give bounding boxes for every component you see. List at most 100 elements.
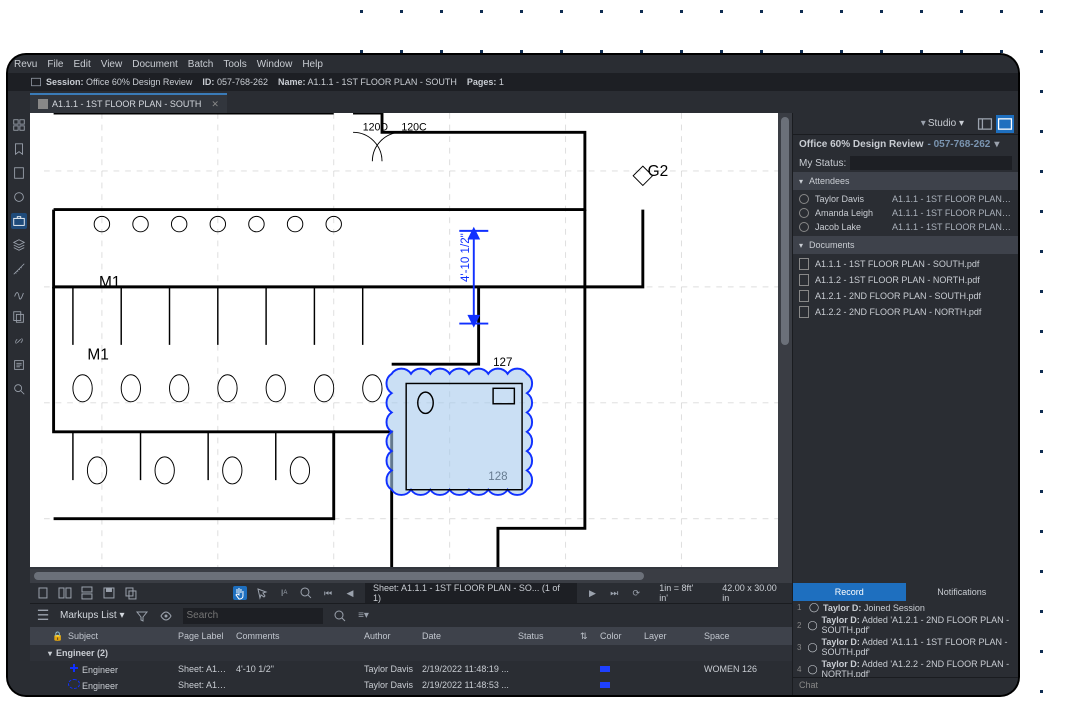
refresh-icon[interactable]: ⟳ — [629, 586, 643, 600]
panel-mode2-icon[interactable] — [996, 115, 1014, 133]
sets-icon[interactable] — [11, 309, 27, 325]
menu-revu[interactable]: Revu — [14, 59, 37, 70]
attendee-row[interactable]: Amanda LeighA1.1.1 - 1ST FLOOR PLAN - SO — [793, 206, 1018, 220]
menu-tools[interactable]: Tools — [223, 59, 246, 70]
col-lock-icon[interactable]: 🔒 — [48, 631, 64, 642]
col-status[interactable]: Status — [514, 631, 576, 641]
drawing-canvas[interactable]: M1 M1 G2 120D 120C 127 128 4'-10 — [30, 113, 792, 583]
columns-icon[interactable]: ≡▾ — [357, 609, 371, 623]
forms-icon[interactable] — [11, 357, 27, 373]
log-row: 2◯Taylor D: Added 'A1.2.1 - 2ND FLOOR PL… — [793, 614, 1018, 636]
menu-icon[interactable]: ☰ — [36, 609, 50, 623]
vertical-scrollbar[interactable] — [778, 113, 792, 569]
one-page-icon[interactable] — [36, 586, 50, 600]
properties-icon[interactable] — [11, 189, 27, 205]
table-row[interactable]: Engineer Sheet: A1.1.1 ... 4'-10 1/2" Ta… — [30, 661, 792, 677]
file-icon[interactable] — [11, 165, 27, 181]
studio-title: Office 60% Design Review — [799, 139, 924, 150]
save-view-icon[interactable] — [102, 586, 116, 600]
markups-title: Markups List ▾ — [60, 610, 125, 621]
document-row[interactable]: A1.2.1 - 2ND FLOOR PLAN - SOUTH.pdf — [793, 288, 1018, 304]
col-color[interactable]: Color — [596, 631, 640, 641]
col-space[interactable]: Space — [700, 631, 780, 641]
thumbnails-icon[interactable] — [11, 117, 27, 133]
chevron-down-icon[interactable]: ▾ — [994, 139, 999, 150]
col-comments[interactable]: Comments — [232, 631, 360, 641]
attendee-row[interactable]: Taylor DavisA1.1.1 - 1ST FLOOR PLAN - SO — [793, 192, 1018, 206]
split-vert-icon[interactable] — [58, 586, 72, 600]
signatures-icon[interactable] — [11, 285, 27, 301]
search-icon[interactable] — [11, 381, 27, 397]
tab-title: A1.1.1 - 1ST FLOOR PLAN - SOUTH — [52, 99, 201, 109]
first-page-icon[interactable]: ⏮ — [321, 586, 335, 600]
svg-text:127: 127 — [493, 357, 512, 369]
studio-panel: ▾ Studio ▾ Office 60% Design Review - 05… — [792, 113, 1018, 695]
menu-batch[interactable]: Batch — [188, 59, 214, 70]
person-icon — [799, 222, 809, 232]
copy-icon[interactable] — [124, 586, 138, 600]
menu-document[interactable]: Document — [132, 59, 178, 70]
zoom-icon[interactable] — [299, 586, 313, 600]
menu-help[interactable]: Help — [302, 59, 323, 70]
document-icon — [799, 306, 809, 318]
links-icon[interactable] — [11, 333, 27, 349]
svg-text:M1: M1 — [87, 346, 108, 363]
filter-icon[interactable] — [135, 609, 149, 623]
documents-header[interactable]: ▾Documents — [793, 236, 1018, 254]
document-tab[interactable]: A1.1.1 - 1ST FLOOR PLAN - SOUTH ✕ — [30, 93, 227, 113]
layers-icon[interactable] — [11, 237, 27, 253]
toolchest-icon[interactable] — [11, 213, 27, 229]
last-page-icon[interactable]: ⏭ — [607, 586, 621, 600]
svg-text:4'-10 1/2": 4'-10 1/2" — [460, 233, 472, 282]
tab-record[interactable]: Record — [793, 583, 906, 601]
col-page-label[interactable]: Page Label — [174, 631, 232, 641]
text-select-icon[interactable]: IA — [277, 586, 291, 600]
person-icon: ◯ — [809, 602, 819, 613]
search-input[interactable] — [183, 608, 323, 624]
next-page-icon[interactable]: ▶ — [585, 586, 599, 600]
tab-notifications[interactable]: Notifications — [906, 583, 1019, 601]
attendee-row[interactable]: Jacob LakeA1.1.1 - 1ST FLOOR PLAN - SO — [793, 220, 1018, 234]
document-row[interactable]: A1.1.2 - 1ST FLOOR PLAN - NORTH.pdf — [793, 272, 1018, 288]
panel-mode1-icon[interactable] — [976, 115, 994, 133]
menu-window[interactable]: Window — [257, 59, 293, 70]
left-toolbar — [8, 113, 30, 695]
log-row: 3◯Taylor D: Added 'A1.1.1 - 1ST FLOOR PL… — [793, 636, 1018, 658]
col-date[interactable]: Date — [418, 631, 514, 641]
menu-edit[interactable]: Edit — [73, 59, 90, 70]
document-row[interactable]: A1.2.2 - 2ND FLOOR PLAN - NORTH.pdf — [793, 304, 1018, 320]
document-icon — [799, 258, 809, 270]
grid-group[interactable]: ▾Engineer (2) — [30, 645, 792, 661]
col-sort-icon[interactable]: ⇅ — [576, 631, 596, 642]
search-go-icon[interactable] — [333, 609, 347, 623]
menu-file[interactable]: File — [47, 59, 63, 70]
menu-view[interactable]: View — [101, 59, 123, 70]
horizontal-scrollbar[interactable] — [30, 569, 792, 583]
split-horiz-icon[interactable] — [80, 586, 94, 600]
menubar: Revu File Edit View Document Batch Tools… — [8, 55, 1018, 73]
chat-input[interactable]: Chat — [793, 677, 1018, 695]
svg-text:M1: M1 — [99, 274, 120, 291]
studio-dropdown[interactable]: Studio ▾ — [928, 118, 964, 129]
sheet-selector[interactable]: Sheet: A1.1.1 - 1ST FLOOR PLAN - SO... (… — [365, 581, 578, 605]
document-icon — [799, 290, 809, 302]
visibility-icon[interactable] — [159, 609, 173, 623]
attendees-header[interactable]: ▾Attendees — [793, 172, 1018, 190]
bookmarks-icon[interactable] — [11, 141, 27, 157]
attendee-location: A1.1.1 - 1ST FLOOR PLAN - SO — [892, 222, 1012, 232]
col-subject[interactable]: Subject — [64, 631, 174, 641]
status-input[interactable] — [850, 156, 1012, 170]
measure-icon[interactable] — [11, 261, 27, 277]
col-author[interactable]: Author — [360, 631, 418, 641]
svg-text:120D: 120D — [363, 121, 389, 133]
prev-page-icon[interactable]: ◀ — [343, 586, 357, 600]
pan-icon[interactable] — [233, 586, 247, 600]
markups-grid: ▾Engineer (2) Engineer Sheet: A1.1.1 ...… — [30, 645, 792, 695]
document-row[interactable]: A1.1.1 - 1ST FLOOR PLAN - SOUTH.pdf — [793, 256, 1018, 272]
tab-dropdown-icon[interactable]: ▾ — [921, 118, 926, 129]
col-layer[interactable]: Layer — [640, 631, 700, 641]
close-icon[interactable]: ✕ — [211, 99, 219, 110]
table-row[interactable]: Engineer Sheet: A1.1.1 ... Taylor Davis … — [30, 677, 792, 693]
document-icon — [38, 99, 48, 109]
select-icon[interactable] — [255, 586, 269, 600]
